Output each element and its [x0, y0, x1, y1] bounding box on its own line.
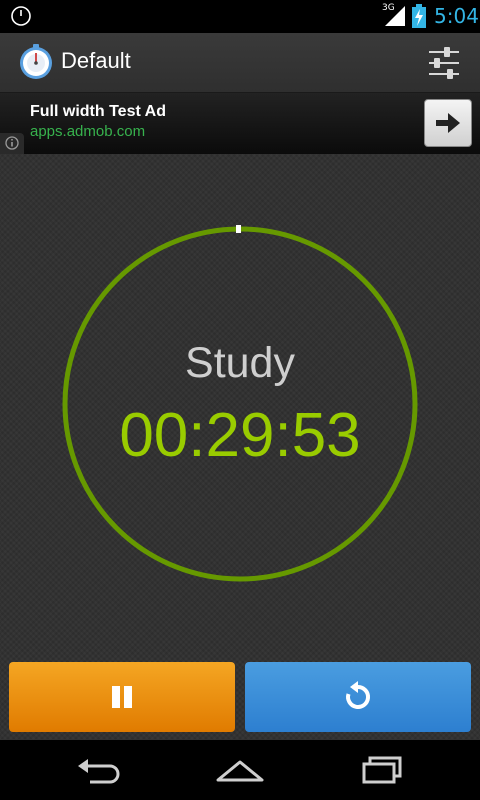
stopwatch-icon[interactable]	[17, 43, 55, 81]
home-icon	[216, 760, 264, 782]
status-time: 5:04	[434, 4, 479, 28]
screen: 3G 5:04 Default Full width Test Ad apps.…	[0, 0, 480, 800]
action-bar: Default	[0, 33, 480, 93]
pause-icon	[112, 686, 132, 708]
arrow-right-icon	[436, 113, 460, 133]
pause-button[interactable]	[9, 662, 235, 732]
home-button[interactable]	[210, 750, 270, 790]
ad-open-button[interactable]	[424, 99, 472, 147]
battery-charging-icon	[412, 4, 426, 28]
settings-button[interactable]	[420, 39, 468, 87]
alarm-icon	[11, 6, 31, 26]
timer-screen: Study 00:29:53	[0, 154, 480, 740]
navigation-bar	[0, 740, 480, 800]
timer-display: 00:29:53	[119, 401, 361, 470]
ad-info-button[interactable]	[0, 133, 24, 154]
reset-icon	[346, 681, 371, 709]
settings-sliders-icon	[429, 47, 459, 79]
back-button[interactable]	[70, 750, 130, 790]
recent-apps-icon	[362, 756, 402, 784]
info-icon	[5, 136, 19, 150]
app-title: Default	[61, 48, 131, 73]
progress-marker	[236, 225, 241, 233]
back-icon	[78, 759, 120, 784]
ad-url[interactable]: apps.admob.com	[30, 123, 145, 140]
signal-icon	[385, 6, 405, 26]
reset-button[interactable]	[245, 662, 471, 732]
status-bar: 3G 5:04	[0, 0, 480, 33]
session-label: Study	[185, 339, 295, 387]
recent-apps-button[interactable]	[350, 750, 410, 790]
ad-title[interactable]: Full width Test Ad	[30, 103, 166, 121]
ad-banner[interactable]: Full width Test Ad apps.admob.com	[0, 93, 480, 154]
